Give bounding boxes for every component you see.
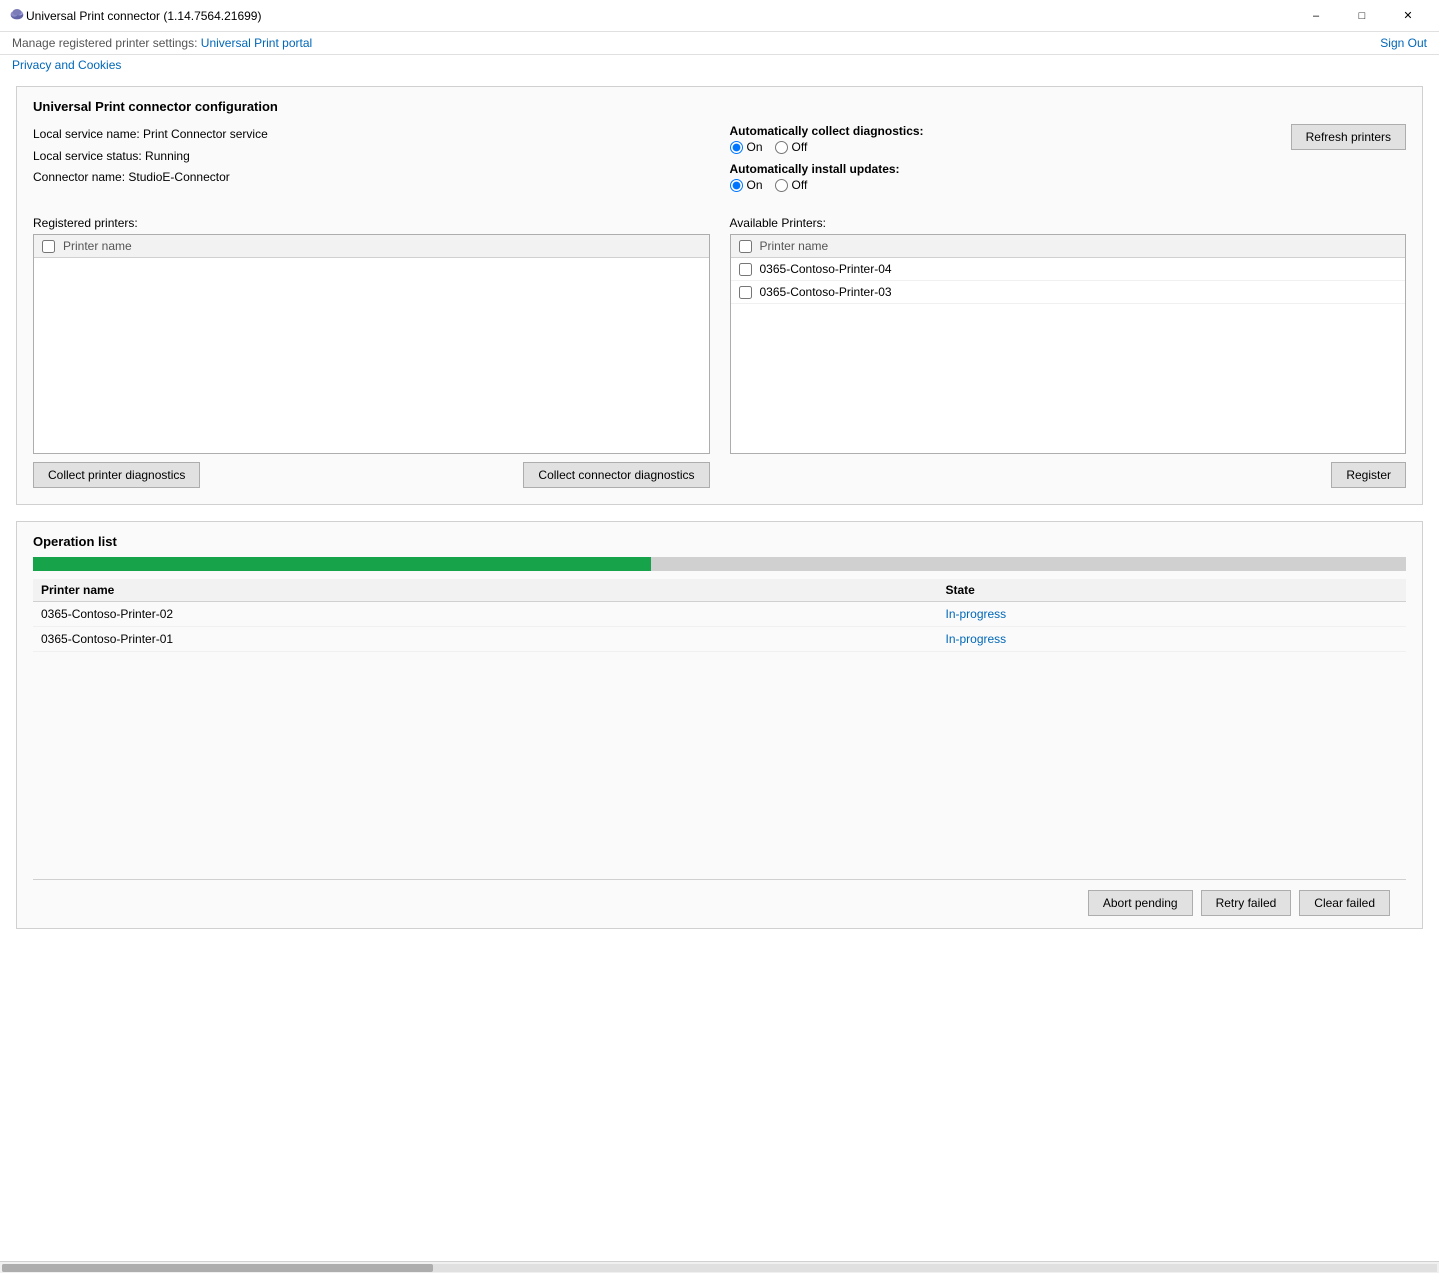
privacy-bar: Privacy and Cookies: [0, 55, 1439, 78]
minimize-button[interactable]: –: [1293, 0, 1339, 32]
available-col-header: Printer name: [760, 239, 829, 253]
local-service-status: Local service status: Running: [33, 146, 710, 168]
settings-left: Automatically collect diagnostics: On Of…: [730, 124, 1291, 200]
op-printer-name: 0365-Contoso-Printer-01: [33, 627, 937, 652]
registered-col-header: Printer name: [63, 239, 132, 253]
registered-printers-header: Printer name: [34, 235, 709, 258]
op-table-wrap: Printer name State 0365-Contoso-Printer-…: [33, 579, 1406, 879]
refresh-btn-wrap: Refresh printers: [1291, 124, 1406, 150]
auto-collect-on-radio[interactable]: [730, 141, 743, 154]
sign-out-link[interactable]: Sign Out: [1380, 36, 1427, 50]
op-table-header-row: Printer name State: [33, 579, 1406, 602]
refresh-printers-button[interactable]: Refresh printers: [1291, 124, 1406, 150]
auto-collect-off-radio[interactable]: [775, 141, 788, 154]
abort-pending-button[interactable]: Abort pending: [1088, 890, 1193, 916]
collect-printer-diagnostics-button[interactable]: Collect printer diagnostics: [33, 462, 200, 488]
progress-bar-fill: [33, 557, 651, 571]
local-service-name: Local service name: Print Connector serv…: [33, 124, 710, 146]
printer-checkbox-04[interactable]: [739, 263, 752, 276]
connector-name: Connector name: StudioE-Connector: [33, 167, 710, 189]
scrollbar-track: [2, 1264, 1437, 1272]
operation-list-title: Operation list: [33, 534, 1406, 549]
available-panel-actions: Register: [730, 462, 1407, 488]
bottom-actions: Abort pending Retry failed Clear failed: [33, 879, 1406, 928]
config-left: Local service name: Print Connector serv…: [33, 124, 710, 200]
printer-name-03: 0365-Contoso-Printer-03: [760, 285, 892, 299]
config-layout: Local service name: Print Connector serv…: [33, 124, 1406, 200]
auto-collect-on-label[interactable]: On: [730, 140, 763, 154]
settings-row: Automatically collect diagnostics: On Of…: [730, 124, 1407, 200]
list-item: 0365-Contoso-Printer-03: [731, 281, 1406, 304]
list-item: 0365-Contoso-Printer-04: [731, 258, 1406, 281]
auto-install-off-label[interactable]: Off: [775, 178, 808, 192]
operation-section: Operation list Printer name State 0365-C…: [16, 521, 1423, 929]
close-button[interactable]: ✕: [1385, 0, 1431, 32]
registered-printers-panel: Registered printers: Printer name Collec…: [33, 216, 710, 488]
registered-panel-actions: Collect printer diagnostics Collect conn…: [33, 462, 710, 488]
on-label-1: On: [747, 140, 763, 154]
app-icon: [8, 5, 26, 26]
off-label-2: Off: [792, 178, 808, 192]
auto-install-radio-group: On Off: [730, 178, 1291, 192]
main-window: Universal Print connector (1.14.7564.216…: [0, 0, 1439, 1273]
printer-name-04: 0365-Contoso-Printer-04: [760, 262, 892, 276]
clear-failed-button[interactable]: Clear failed: [1299, 890, 1390, 916]
available-select-all-checkbox[interactable]: [739, 240, 752, 253]
operation-table: Printer name State 0365-Contoso-Printer-…: [33, 579, 1406, 652]
scrollbar-thumb[interactable]: [2, 1264, 433, 1272]
retry-failed-button[interactable]: Retry failed: [1201, 890, 1292, 916]
collect-connector-diagnostics-button[interactable]: Collect connector diagnostics: [523, 462, 709, 488]
maximize-button[interactable]: □: [1339, 0, 1385, 32]
auto-collect-label: Automatically collect diagnostics:: [730, 124, 1291, 138]
auto-install-on-radio[interactable]: [730, 179, 743, 192]
registered-printers-list: Printer name: [33, 234, 710, 454]
table-row: 0365-Contoso-Printer-01In-progress: [33, 627, 1406, 652]
register-button[interactable]: Register: [1331, 462, 1406, 488]
config-right: Automatically collect diagnostics: On Of…: [710, 124, 1407, 200]
registered-printers-label: Registered printers:: [33, 216, 710, 230]
registered-select-all-checkbox[interactable]: [42, 240, 55, 253]
titlebar: Universal Print connector (1.14.7564.216…: [0, 0, 1439, 32]
progress-bar: [33, 557, 1406, 571]
printer-checkbox-03[interactable]: [739, 286, 752, 299]
manage-text: Manage registered printer settings: Univ…: [12, 36, 312, 50]
auto-install-off-radio[interactable]: [775, 179, 788, 192]
auto-install-label: Automatically install updates:: [730, 162, 1291, 176]
available-printers-header: Printer name: [731, 235, 1406, 258]
auto-install-on-label[interactable]: On: [730, 178, 763, 192]
config-section-title: Universal Print connector configuration: [33, 99, 1406, 114]
op-state: In-progress: [937, 602, 1406, 627]
col-state: State: [937, 579, 1406, 602]
horizontal-scrollbar[interactable]: [0, 1261, 1439, 1273]
config-section: Universal Print connector configuration …: [16, 86, 1423, 505]
on-label-2: On: [747, 178, 763, 192]
off-label-1: Off: [792, 140, 808, 154]
main-content: Universal Print connector configuration …: [0, 78, 1439, 1261]
auto-collect-radio-group: On Off: [730, 140, 1291, 154]
table-row: 0365-Contoso-Printer-02In-progress: [33, 602, 1406, 627]
op-state: In-progress: [937, 627, 1406, 652]
printers-layout: Registered printers: Printer name Collec…: [33, 216, 1406, 488]
header-bar: Manage registered printer settings: Univ…: [0, 32, 1439, 55]
available-printers-panel: Available Printers: Printer name 0365-Co…: [730, 216, 1407, 488]
portal-link[interactable]: Universal Print portal: [201, 36, 312, 50]
available-printers-label: Available Printers:: [730, 216, 1407, 230]
window-title: Universal Print connector (1.14.7564.216…: [26, 9, 1293, 23]
col-printer-name: Printer name: [33, 579, 937, 602]
privacy-cookies-link[interactable]: Privacy and Cookies: [12, 58, 121, 72]
op-printer-name: 0365-Contoso-Printer-02: [33, 602, 937, 627]
window-controls: – □ ✕: [1293, 0, 1431, 32]
auto-collect-off-label[interactable]: Off: [775, 140, 808, 154]
available-printers-list: Printer name 0365-Contoso-Printer-04 036…: [730, 234, 1407, 454]
